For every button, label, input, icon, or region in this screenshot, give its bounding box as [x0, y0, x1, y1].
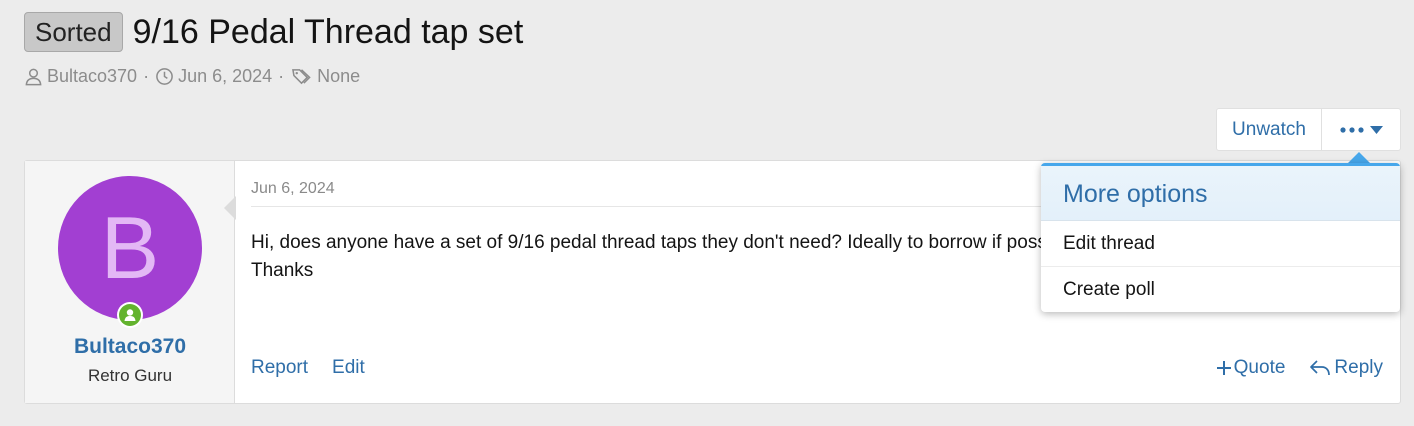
tags-icon [292, 69, 311, 85]
post-arrow-border [224, 196, 236, 220]
meta-separator: · [278, 66, 285, 86]
thread-tags: None [317, 66, 361, 86]
edit-link[interactable]: Edit [332, 357, 365, 379]
report-link[interactable]: Report [251, 357, 308, 379]
online-user-icon [119, 304, 141, 326]
post-user-panel: B Bultaco370 Retro Guru [25, 161, 235, 403]
menu-item-create-poll[interactable]: Create poll [1041, 266, 1400, 311]
quote-button[interactable]: Quote [1216, 357, 1286, 379]
clock-icon [156, 68, 173, 85]
reply-button[interactable]: Reply [1309, 357, 1383, 379]
meta-separator: · [143, 66, 150, 86]
post-actions-left: Report Edit [251, 357, 365, 379]
post-username[interactable]: Bultaco370 [25, 335, 235, 359]
user-icon [25, 68, 42, 86]
menu-header: More options [1041, 166, 1400, 221]
reply-label: Reply [1334, 357, 1383, 378]
caret-down-icon [1369, 125, 1383, 134]
thread-toolbar: Unwatch [1216, 108, 1401, 151]
avatar[interactable]: B [58, 176, 202, 320]
post-date-link[interactable]: Jun 6, 2024 [251, 180, 335, 198]
more-options-menu: More options Edit thread Create poll [1041, 163, 1400, 312]
thread-meta: Bultaco370 · Jun 6, 2024 · None [24, 66, 360, 87]
menu-item-edit-thread[interactable]: Edit thread [1041, 221, 1400, 266]
ellipsis-icon [1339, 126, 1364, 133]
avatar-letter: B [100, 198, 160, 297]
thread-title: 9/16 Pedal Thread tap set [132, 12, 524, 51]
user-title: Retro Guru [87, 366, 173, 385]
thread-author-link[interactable]: Bultaco370 [47, 66, 137, 87]
menu-caret [1348, 152, 1370, 163]
unwatch-button[interactable]: Unwatch [1217, 109, 1322, 150]
page: Sorted 9/16 Pedal Thread tap set Bultaco… [0, 0, 1414, 426]
thread-title-row: Sorted 9/16 Pedal Thread tap set [24, 12, 523, 52]
post-actions-right: Quote Reply [1216, 357, 1383, 379]
prefix-label: Sorted [24, 12, 123, 52]
reply-icon [1310, 360, 1331, 376]
quote-label: Quote [1233, 357, 1286, 378]
plus-icon [1216, 361, 1231, 375]
online-status-badge [117, 302, 143, 328]
post-arrow [236, 197, 247, 219]
thread-date-link[interactable]: Jun 6, 2024 [178, 66, 272, 87]
more-options-button[interactable] [1322, 109, 1400, 150]
